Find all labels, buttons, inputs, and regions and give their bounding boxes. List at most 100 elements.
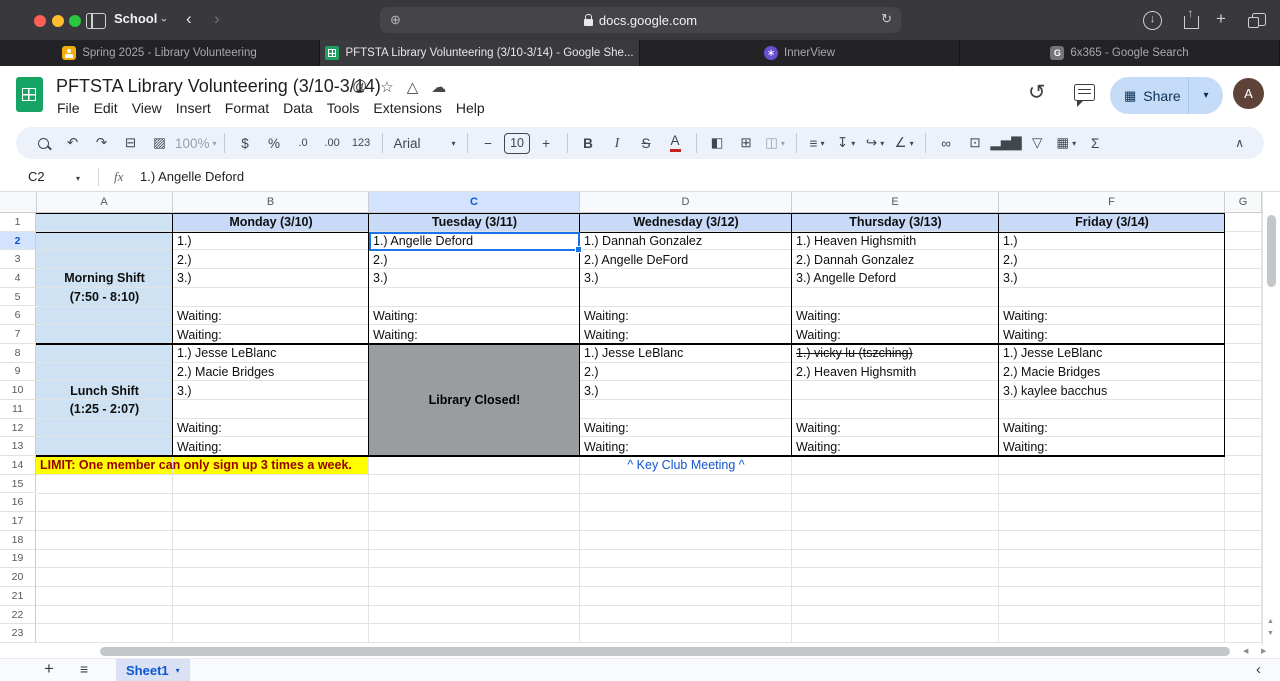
star-icon[interactable]: ☆: [380, 78, 393, 96]
collapse-panel-icon[interactable]: ‹: [1256, 661, 1261, 678]
row-header-4[interactable]: 4: [0, 269, 36, 288]
row-header-8[interactable]: 8: [0, 344, 36, 363]
day-header-cell[interactable]: Tuesday (3/11): [369, 213, 580, 232]
active-cell-selection[interactable]: [369, 232, 580, 252]
cell-B7[interactable]: Waiting:: [173, 325, 369, 344]
forward-button[interactable]: ›: [214, 9, 220, 29]
share-button[interactable]: ▦ Share ▾: [1110, 77, 1223, 114]
cell-F10[interactable]: 3.) kaylee bacchus: [999, 381, 1225, 400]
row-header-19[interactable]: 19: [0, 550, 36, 569]
cell-D3[interactable]: 2.) Angelle DeFord: [580, 250, 792, 269]
sheet-tab-caret-icon[interactable]: ▾: [176, 666, 180, 675]
sheet-tab[interactable]: Sheet1 ▾: [116, 659, 190, 681]
functions-icon[interactable]: Σ: [1082, 130, 1109, 156]
menu-format[interactable]: Format: [218, 98, 276, 118]
grid-corner[interactable]: [0, 192, 37, 213]
vertical-scrollbar-thumb[interactable]: [1267, 215, 1276, 287]
cell-E6[interactable]: Waiting:: [792, 307, 999, 326]
share-button-main[interactable]: ▦ Share: [1110, 88, 1188, 104]
cell-A4[interactable]: Morning Shift: [36, 269, 173, 288]
address-bar[interactable]: ⊕ docs.google.com ↻: [380, 7, 901, 33]
cell-E13[interactable]: Waiting:: [792, 437, 999, 456]
text-color-button[interactable]: A: [662, 130, 689, 156]
sheets-logo-icon[interactable]: [16, 77, 43, 112]
row-header-18[interactable]: 18: [0, 531, 36, 550]
browser-tab[interactable]: ∗InnerView: [640, 40, 960, 66]
zoom-select[interactable]: 100%▾: [175, 130, 217, 156]
print-icon[interactable]: ⊟: [117, 130, 144, 156]
row-header-21[interactable]: 21: [0, 587, 36, 606]
column-header-E[interactable]: E: [792, 192, 999, 212]
cell-F9[interactable]: 2.) Macie Bridges: [999, 363, 1225, 382]
close-window-button[interactable]: [34, 15, 46, 27]
menu-tools[interactable]: Tools: [320, 98, 367, 118]
cell-A11[interactable]: (1:25 - 2:07): [36, 400, 173, 419]
cell-F4[interactable]: 3.): [999, 269, 1225, 288]
cell-F8[interactable]: 1.) Jesse LeBlanc: [999, 344, 1225, 363]
downloads-icon[interactable]: ↓: [1143, 11, 1162, 30]
row-header-5[interactable]: 5: [0, 288, 36, 307]
share-page-icon[interactable]: [1184, 16, 1199, 29]
comments-icon[interactable]: [1074, 84, 1095, 101]
italic-button[interactable]: I: [604, 130, 631, 156]
table-views-icon[interactable]: ▦▾: [1053, 130, 1080, 156]
scroll-up-icon[interactable]: ▲: [1267, 618, 1274, 625]
format-currency-button[interactable]: $: [232, 130, 259, 156]
cell-D4[interactable]: 3.): [580, 269, 792, 288]
redo-icon[interactable]: ↷: [88, 130, 115, 156]
browser-tab[interactable]: G6x365 - Google Search: [960, 40, 1280, 66]
cell-B13[interactable]: Waiting:: [173, 437, 369, 456]
at-icon[interactable]: @: [352, 78, 367, 96]
cell-C6[interactable]: Waiting:: [369, 307, 580, 326]
scroll-right-icon[interactable]: ▶: [1261, 647, 1266, 655]
cell-D10[interactable]: 3.): [580, 381, 792, 400]
cell-D2[interactable]: 1.) Dannah Gonzalez: [580, 232, 792, 251]
menu-help[interactable]: Help: [449, 98, 492, 118]
cell-E2[interactable]: 1.) Heaven Highsmith: [792, 232, 999, 251]
tab-group-dropdown[interactable]: School‹: [114, 11, 166, 26]
cell-E8[interactable]: 1.) vicky lu (tszching): [792, 344, 999, 363]
page-options-icon[interactable]: ⊕: [390, 12, 401, 28]
cell-E3[interactable]: 2.) Dannah Gonzalez: [792, 250, 999, 269]
cell-F2[interactable]: 1.): [999, 232, 1225, 251]
horizontal-align-icon[interactable]: ≡▾: [804, 130, 831, 156]
menu-view[interactable]: View: [125, 98, 169, 118]
column-header-B[interactable]: B: [173, 192, 369, 212]
cell-E7[interactable]: Waiting:: [792, 325, 999, 344]
paint-format-icon[interactable]: ▨: [146, 130, 173, 156]
collapse-toolbar-icon[interactable]: ∧: [1235, 136, 1244, 150]
new-tab-icon[interactable]: +: [1216, 9, 1226, 29]
page-title[interactable]: PFTSTA Library Volunteering (3/10-3/14): [56, 76, 381, 97]
format-percent-button[interactable]: %: [261, 130, 288, 156]
column-header-A[interactable]: A: [36, 192, 173, 212]
search-icon[interactable]: [30, 130, 57, 156]
fill-color-icon[interactable]: ◧: [704, 130, 731, 156]
cell-D7[interactable]: Waiting:: [580, 325, 792, 344]
cell-F6[interactable]: Waiting:: [999, 307, 1225, 326]
undo-icon[interactable]: ↶: [59, 130, 86, 156]
row-header-3[interactable]: 3: [0, 250, 36, 269]
cell-E9[interactable]: 2.) Heaven Highsmith: [792, 363, 999, 382]
text-rotation-icon[interactable]: ∠▾: [891, 130, 918, 156]
cell-E12[interactable]: Waiting:: [792, 419, 999, 438]
cell-F12[interactable]: Waiting:: [999, 419, 1225, 438]
font-size-input[interactable]: 10: [504, 130, 531, 156]
row-header-9[interactable]: 9: [0, 363, 36, 382]
row-header-23[interactable]: 23: [0, 624, 36, 643]
column-header-C[interactable]: C: [369, 192, 580, 212]
increase-decimal-button[interactable]: .00: [319, 130, 346, 156]
horizontal-scrollbar-thumb[interactable]: [100, 647, 1230, 656]
day-header-cell[interactable]: Monday (3/10): [173, 213, 369, 232]
strikethrough-button[interactable]: S: [633, 130, 660, 156]
row-header-16[interactable]: 16: [0, 494, 36, 513]
column-header-F[interactable]: F: [999, 192, 1225, 212]
cell-C7[interactable]: Waiting:: [369, 325, 580, 344]
tab-overview-icon[interactable]: [1252, 13, 1266, 26]
limit-note[interactable]: LIMIT: One member can only sign up 3 tim…: [36, 456, 369, 475]
day-header-cell[interactable]: Thursday (3/13): [792, 213, 999, 232]
cell-B4[interactable]: 3.): [173, 269, 369, 288]
all-sheets-menu-icon[interactable]: ≡: [80, 661, 88, 677]
cell-D6[interactable]: Waiting:: [580, 307, 792, 326]
avatar[interactable]: A: [1233, 78, 1264, 109]
vertical-align-icon[interactable]: ↧▾: [833, 130, 860, 156]
